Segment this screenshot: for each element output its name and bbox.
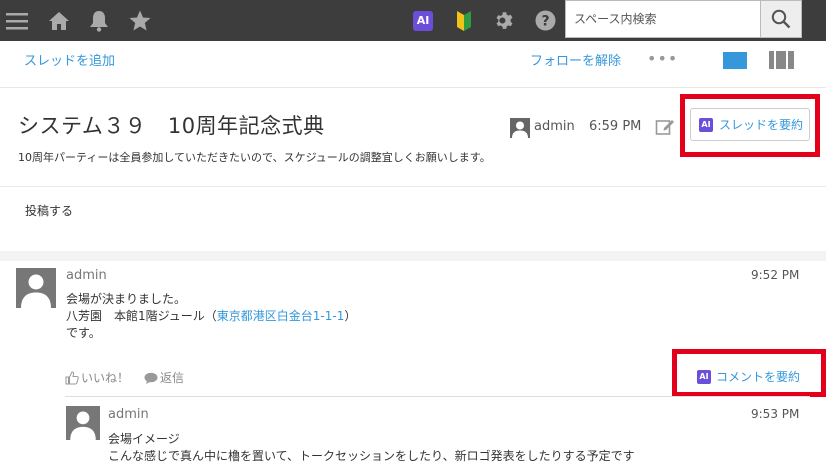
comment-line: です。 <box>66 326 101 340</box>
comment-author[interactable]: admin <box>66 268 107 283</box>
search-box <box>565 0 761 38</box>
comment-body: 会場イメージ こんな感じで真ん中に櫓を置いて、トークセッションをしたり、新ロゴ発… <box>108 431 635 465</box>
ai-icon: AI <box>699 117 713 132</box>
top-bar: AI ? <box>0 0 826 41</box>
comment-line: 会場が決まりました。 <box>66 292 187 306</box>
divider <box>65 396 810 397</box>
avatar[interactable] <box>66 406 100 440</box>
ai-icon[interactable]: AI <box>412 0 434 41</box>
thumbs-up-icon <box>65 370 79 384</box>
edit-icon[interactable] <box>655 117 675 137</box>
summarize-comment-button[interactable]: AI コメントを要約 <box>697 368 800 385</box>
search-button[interactable] <box>761 0 802 38</box>
divider <box>0 87 826 88</box>
reply-label: 返信 <box>160 371 185 385</box>
thread-title: システム３９ 10周年記念式典 <box>18 114 325 138</box>
summarize-thread-button[interactable]: AI スレッドを要約 <box>690 108 810 141</box>
comment-author[interactable]: admin <box>108 407 149 422</box>
avatar[interactable] <box>510 118 530 138</box>
thread-time: 6:59 PM <box>589 119 642 134</box>
like-button[interactable]: いいね！ <box>65 369 129 386</box>
unfollow-link[interactable]: フォローを解除 <box>530 50 621 69</box>
summarize-comment-label: コメントを要約 <box>716 370 801 384</box>
home-icon[interactable] <box>47 0 71 41</box>
single-view-icon[interactable] <box>723 52 747 69</box>
address-link[interactable]: 東京都港区白金台1-1-1 <box>217 309 345 323</box>
comment-line: こんな感じで真ん中に櫓を置いて、トークセッションをしたり、新ロゴ発表をしたりする… <box>108 449 635 463</box>
thread-description: 10周年パーティーは全員参加していただきたいので、スケジュールの調整宜しくお願い… <box>18 151 491 164</box>
comment-line: 八芳園 本館1階ジュール（東京都港区白金台1-1-1） <box>66 309 357 323</box>
column-view-icon[interactable] <box>769 51 794 69</box>
thread-toolbar: スレッドを追加 フォローを解除 ••• <box>0 41 826 88</box>
help-icon[interactable]: ? <box>534 0 556 41</box>
user-icon <box>21 274 51 308</box>
ai-icon-label: AI <box>413 10 433 31</box>
section-divider <box>0 251 826 261</box>
post-area[interactable]: 投稿する <box>0 187 826 251</box>
gear-icon[interactable] <box>493 0 515 41</box>
user-icon <box>512 121 528 138</box>
post-label[interactable]: 投稿する <box>25 202 73 219</box>
summarize-thread-label: スレッドを要約 <box>719 118 804 132</box>
star-icon[interactable] <box>128 0 152 41</box>
menu-icon[interactable] <box>6 0 28 41</box>
comment-body: 会場が決まりました。 八芳園 本館1階ジュール（東京都港区白金台1-1-1） で… <box>66 291 356 342</box>
ai-icon: AI <box>697 369 711 384</box>
beginner-mark-icon[interactable] <box>454 0 474 41</box>
search-icon <box>771 9 791 29</box>
reply-button[interactable]: 返信 <box>144 369 184 386</box>
speech-bubble-icon <box>144 372 158 384</box>
like-label: いいね！ <box>81 371 130 385</box>
svg-text:?: ? <box>541 14 549 30</box>
search-input[interactable] <box>566 1 760 37</box>
comment-time: 9:52 PM <box>751 268 800 282</box>
more-options-icon[interactable]: ••• <box>647 49 678 68</box>
user-icon <box>70 411 96 440</box>
comment-line: 会場イメージ <box>108 432 180 446</box>
avatar[interactable] <box>16 268 56 308</box>
thread-author[interactable]: admin <box>534 119 575 134</box>
add-thread-link[interactable]: スレッドを追加 <box>24 50 115 69</box>
comment-time: 9:53 PM <box>751 407 800 421</box>
bell-icon[interactable] <box>87 0 111 41</box>
